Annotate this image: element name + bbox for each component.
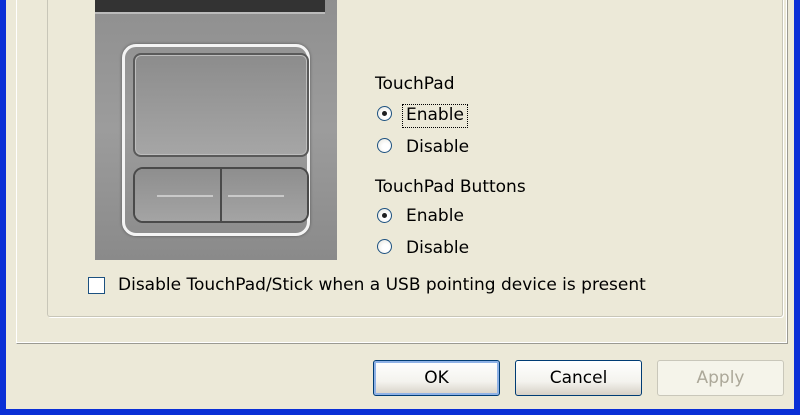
touchpad-heading: TouchPad [375, 74, 455, 94]
screen-bezel-graphic [95, 0, 325, 14]
touchpad-enable-radio[interactable] [377, 106, 392, 121]
touchpad-disable-radio[interactable] [377, 138, 392, 153]
right-click-button-graphic [222, 169, 307, 221]
cancel-button[interactable]: Cancel [515, 360, 642, 396]
right-button-groove [228, 195, 284, 197]
usb-disable-checkbox[interactable] [88, 277, 105, 294]
touchpad-buttons-graphic [133, 167, 309, 223]
touchpad-disable-label[interactable]: Disable [406, 137, 469, 157]
left-click-button-graphic [135, 169, 222, 221]
left-button-groove [157, 195, 213, 197]
touchpad-enable-label[interactable]: Enable [406, 105, 464, 125]
touchpad-buttons-disable-radio[interactable] [377, 239, 392, 254]
ok-button[interactable]: OK [373, 360, 500, 396]
touchpad-surface-graphic [133, 53, 309, 157]
touchpad-highlight-outline [122, 44, 310, 236]
tab-content-panel: TouchPad Enable Disable TouchPad Buttons… [16, 0, 788, 344]
touchpad-illustration [95, 0, 337, 260]
usb-disable-label[interactable]: Disable TouchPad/Stick when a USB pointi… [118, 275, 646, 295]
touchpad-buttons-disable-label[interactable]: Disable [406, 238, 469, 258]
touchpad-buttons-enable-radio[interactable] [377, 208, 392, 223]
apply-button[interactable]: Apply [657, 360, 784, 396]
touchpad-buttons-heading: TouchPad Buttons [375, 177, 526, 197]
touchpad-buttons-enable-label[interactable]: Enable [406, 206, 464, 226]
touchpad-settings-dialog: TouchPad Enable Disable TouchPad Buttons… [6, 0, 794, 409]
